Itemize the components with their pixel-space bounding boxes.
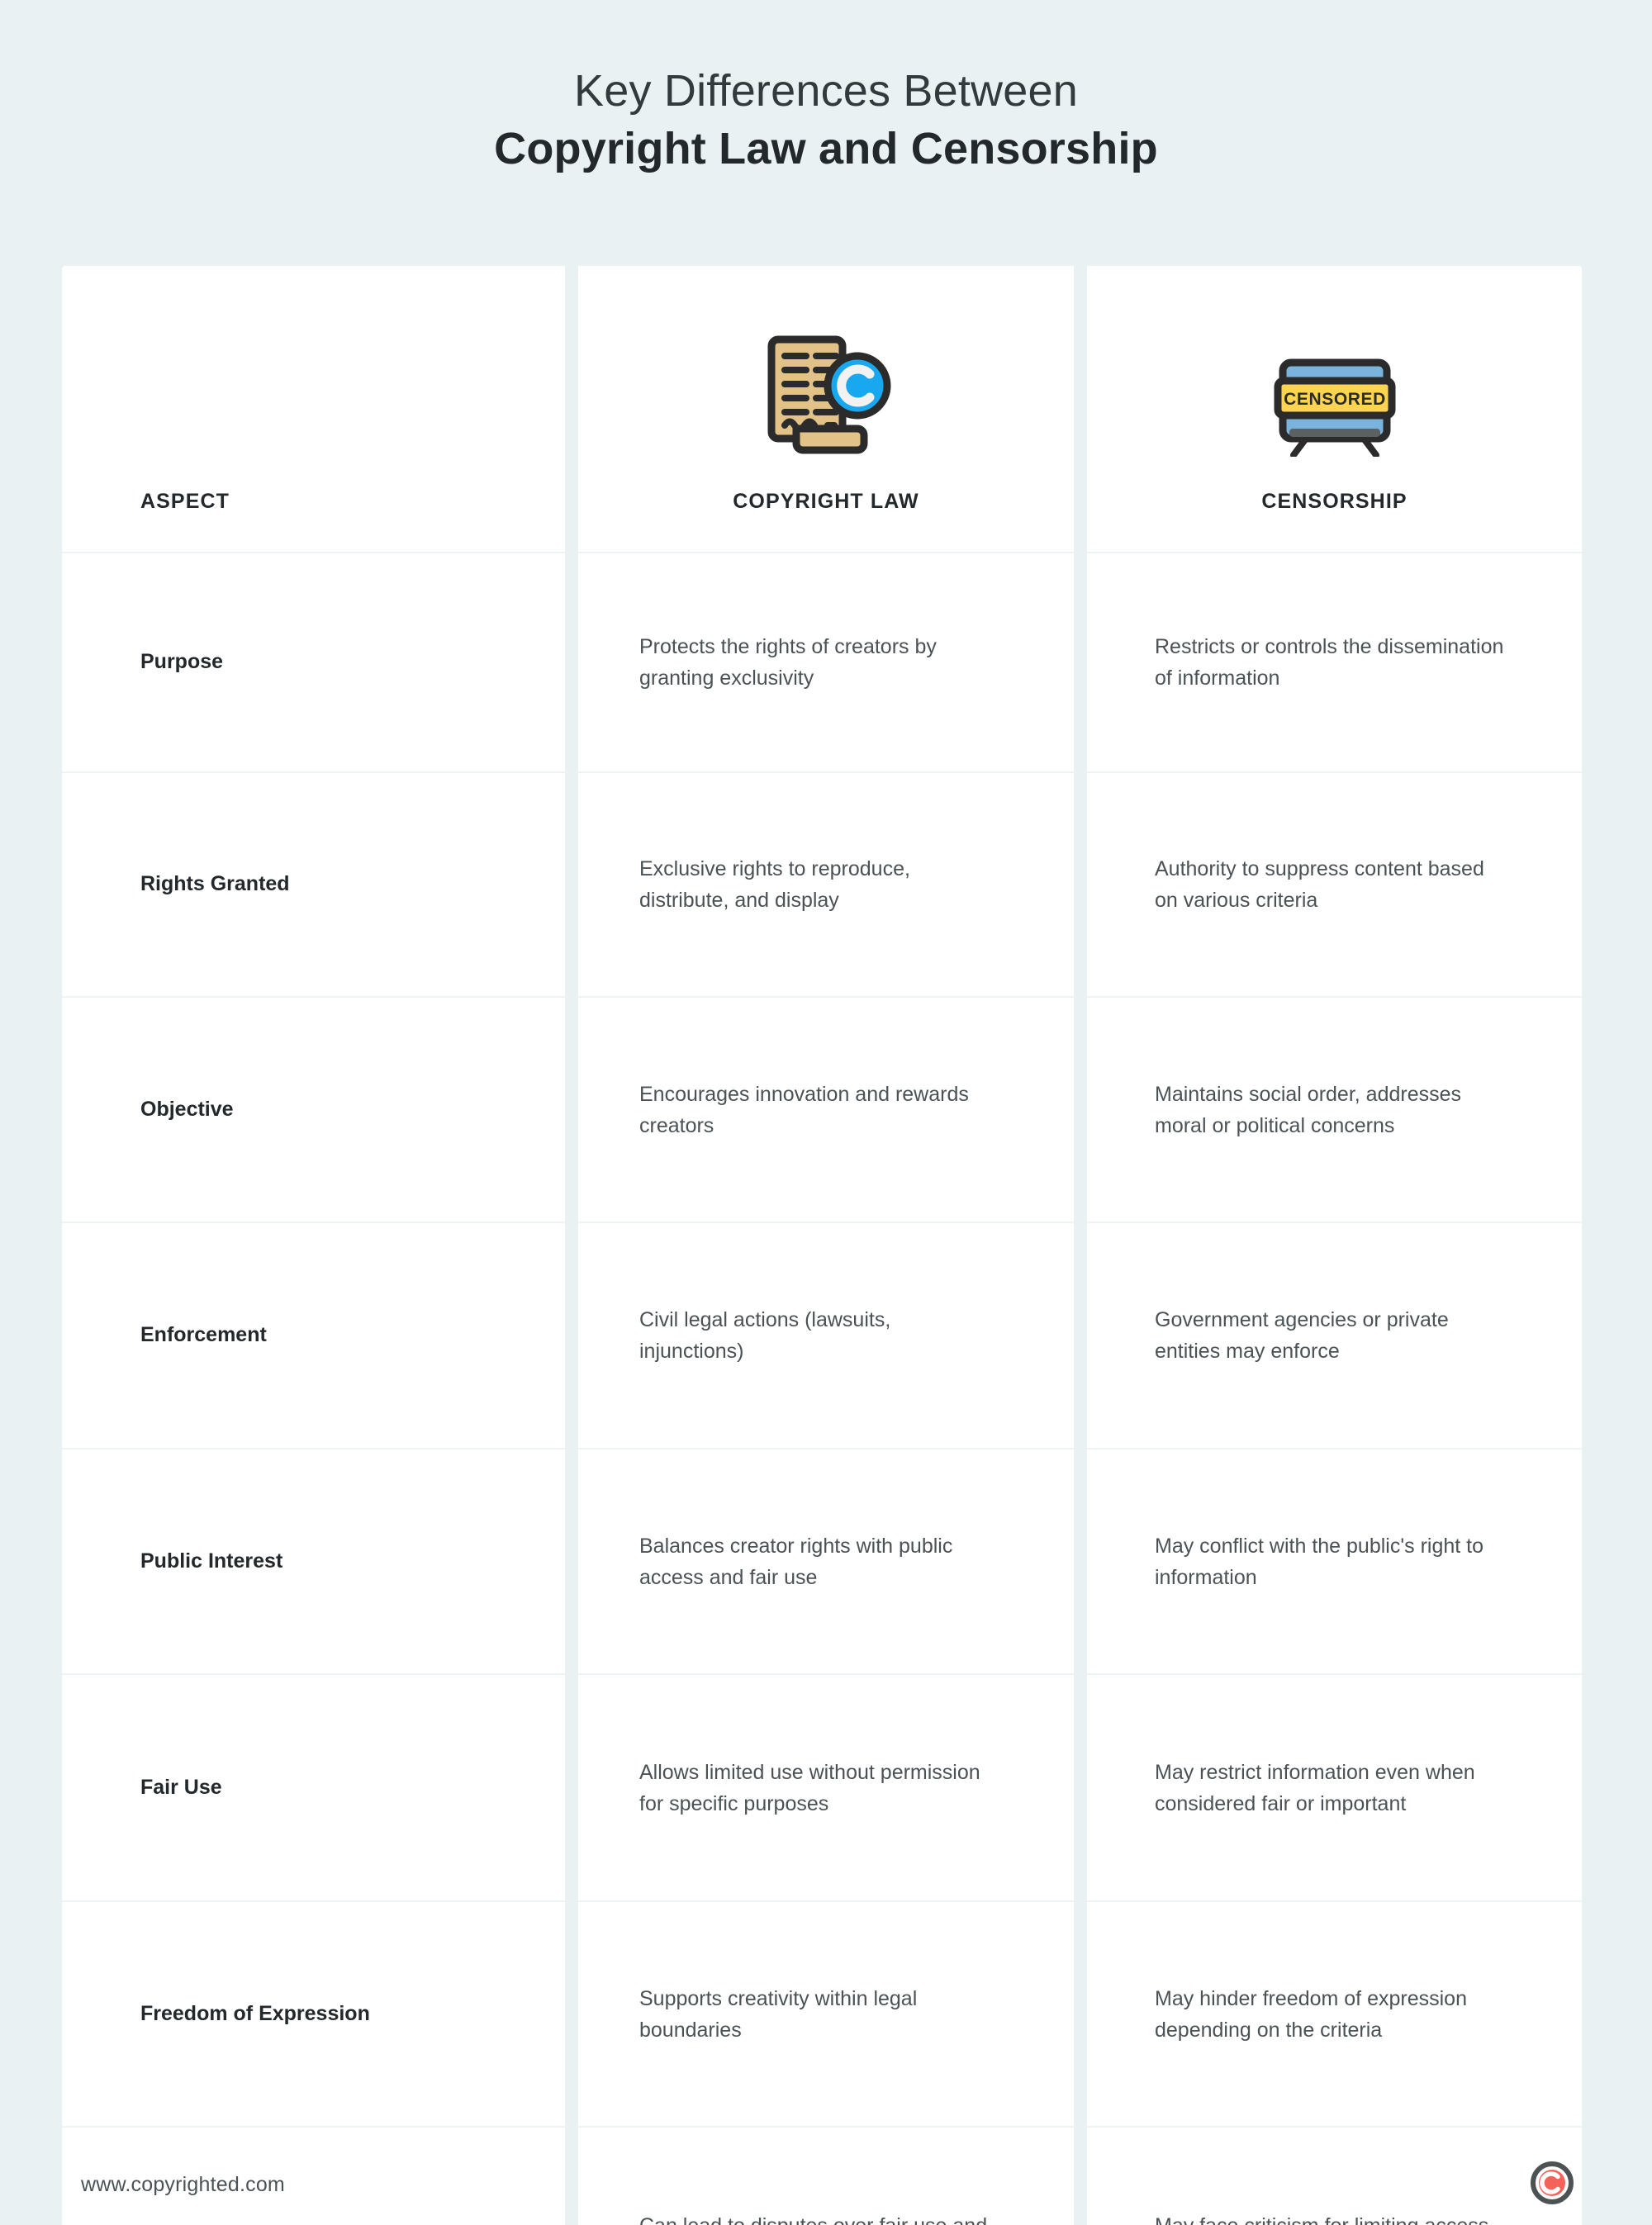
table-row: Freedom of Expression Supports creativit… bbox=[62, 1900, 1582, 2126]
column-gap bbox=[565, 1448, 578, 1673]
row-censorship-text: Government agencies or private entities … bbox=[1155, 1308, 1449, 1363]
row-censorship-cell: Maintains social order, addresses moral … bbox=[1087, 996, 1582, 1222]
column-header-copyright: COPYRIGHT LAW bbox=[578, 266, 1074, 552]
row-aspect-cell: Enforcement bbox=[62, 1222, 565, 1448]
row-aspect-cell: Fair Use bbox=[62, 1673, 565, 1900]
row-copyright-text: Encourages innovation and rewards creato… bbox=[639, 1082, 969, 1137]
column-gap bbox=[1074, 771, 1087, 996]
row-censorship-cell: Restricts or controls the dissemination … bbox=[1087, 552, 1582, 771]
row-censorship-cell: Government agencies or private entities … bbox=[1087, 1222, 1582, 1448]
row-copyright-text: Supports creativity within legal boundar… bbox=[639, 1986, 918, 2042]
column-gap bbox=[1074, 1900, 1087, 2126]
row-aspect-label: Purpose bbox=[140, 650, 224, 674]
censored-sign-text: CENSORED bbox=[1284, 390, 1386, 409]
copyright-document-icon bbox=[767, 335, 891, 454]
infographic-page: Key Differences Between Copyright Law an… bbox=[0, 0, 1652, 2225]
row-copyright-cell: Civil legal actions (lawsuits, injunctio… bbox=[578, 1222, 1074, 1448]
page-title: Key Differences Between Copyright Law an… bbox=[0, 64, 1652, 177]
row-censorship-text: May conflict with the public's right to … bbox=[1155, 1534, 1483, 1589]
title-line-primary: Key Differences Between bbox=[574, 66, 1078, 116]
censored-sign-icon-slot: CENSORED bbox=[1087, 333, 1582, 457]
row-censorship-text: Restricts or controls the dissemination … bbox=[1155, 635, 1504, 690]
column-header-aspect: ASPECT bbox=[62, 266, 565, 552]
row-censorship-cell: May restrict information even when consi… bbox=[1087, 1673, 1582, 1900]
row-copyright-text: Civil legal actions (lawsuits, injunctio… bbox=[639, 1308, 891, 1363]
column-header-copyright-label: COPYRIGHT LAW bbox=[733, 490, 919, 513]
row-copyright-cell: Encourages innovation and rewards creato… bbox=[578, 996, 1074, 1222]
row-aspect-label: Enforcement bbox=[140, 1323, 267, 1347]
title-line-secondary: Copyright Law and Censorship bbox=[494, 123, 1158, 173]
row-censorship-text: May hinder freedom of expression dependi… bbox=[1155, 1986, 1467, 2042]
table-row: Purpose Protects the rights of creators … bbox=[62, 552, 1582, 771]
row-copyright-text: Protects the rights of creators by grant… bbox=[639, 635, 937, 690]
row-censorship-text: Maintains social order, addresses moral … bbox=[1155, 1082, 1462, 1137]
column-gap bbox=[565, 771, 578, 996]
row-aspect-label: Fair Use bbox=[140, 1775, 222, 1799]
column-gap bbox=[1074, 1448, 1087, 1673]
table-row: Rights Granted Exclusive rights to repro… bbox=[62, 771, 1582, 996]
row-copyright-cell: Supports creativity within legal boundar… bbox=[578, 1900, 1074, 2126]
column-gap bbox=[1074, 1673, 1087, 1900]
row-censorship-cell: Authority to suppress content based on v… bbox=[1087, 771, 1582, 996]
row-aspect-label: Freedom of Expression bbox=[140, 2001, 370, 2025]
censored-sign-icon: CENSORED bbox=[1274, 358, 1395, 457]
column-header-censorship: CENSORED CENSORSHIP bbox=[1087, 266, 1582, 552]
column-gap bbox=[565, 552, 578, 771]
table-row: Fair Use Allows limited use without perm… bbox=[62, 1673, 1582, 1900]
table-header-row: ASPECT COPYRIGHT LAW CENSORED CENSORSHIP bbox=[62, 266, 1582, 552]
column-gap bbox=[1074, 552, 1087, 771]
row-censorship-text: May restrict information even when consi… bbox=[1155, 1760, 1475, 1815]
column-gap bbox=[1074, 1222, 1087, 1448]
row-aspect-cell: Purpose bbox=[62, 552, 565, 771]
row-aspect-cell: Public Interest bbox=[62, 1448, 565, 1673]
row-censorship-cell: May conflict with the public's right to … bbox=[1087, 1448, 1582, 1673]
row-aspect-label: Public Interest bbox=[140, 1549, 283, 1573]
copyright-logo-icon bbox=[1531, 2161, 1574, 2204]
row-aspect-cell: Freedom of Expression bbox=[62, 1900, 565, 2126]
row-censorship-text: Authority to suppress content based on v… bbox=[1155, 857, 1484, 912]
row-copyright-cell: Exclusive rights to reproduce, distribut… bbox=[578, 771, 1074, 996]
column-gap bbox=[565, 1222, 578, 1448]
comparison-table: ASPECT COPYRIGHT LAW CENSORED CENSORSHIP… bbox=[62, 266, 1582, 2225]
column-gap bbox=[565, 1900, 578, 2126]
aspect-header-icon-slot bbox=[62, 333, 565, 457]
row-copyright-cell: Allows limited use without permission fo… bbox=[578, 1673, 1074, 1900]
row-aspect-cell: Objective bbox=[62, 996, 565, 1222]
column-gap bbox=[565, 266, 578, 552]
copyright-document-icon-slot bbox=[578, 333, 1074, 457]
row-copyright-text: Balances creator rights with public acce… bbox=[639, 1534, 953, 1589]
row-copyright-text: Exclusive rights to reproduce, distribut… bbox=[639, 857, 910, 912]
row-copyright-cell: Balances creator rights with public acce… bbox=[578, 1448, 1074, 1673]
row-copyright-cell: Protects the rights of creators by grant… bbox=[578, 552, 1074, 771]
row-censorship-cell: May hinder freedom of expression dependi… bbox=[1087, 1900, 1582, 2126]
table-row: Enforcement Civil legal actions (lawsuit… bbox=[62, 1222, 1582, 1448]
table-row: Objective Encourages innovation and rewa… bbox=[62, 996, 1582, 1222]
copyright-logo-icon-slot bbox=[1531, 2161, 1574, 2208]
column-gap bbox=[1074, 996, 1087, 1222]
table-row: Public Interest Balances creator rights … bbox=[62, 1448, 1582, 1673]
row-aspect-cell: Rights Granted bbox=[62, 771, 565, 996]
row-aspect-label: Objective bbox=[140, 1097, 234, 1121]
page-footer: www.copyrighted.com bbox=[0, 2144, 1652, 2225]
column-gap bbox=[565, 996, 578, 1222]
footer-website-url[interactable]: www.copyrighted.com bbox=[81, 2173, 285, 2197]
column-gap bbox=[1074, 266, 1087, 552]
column-header-aspect-label: ASPECT bbox=[140, 490, 230, 513]
column-gap bbox=[565, 1673, 578, 1900]
column-header-censorship-label: CENSORSHIP bbox=[1261, 490, 1408, 513]
row-aspect-label: Rights Granted bbox=[140, 872, 290, 896]
row-copyright-text: Allows limited use without permission fo… bbox=[639, 1760, 980, 1815]
